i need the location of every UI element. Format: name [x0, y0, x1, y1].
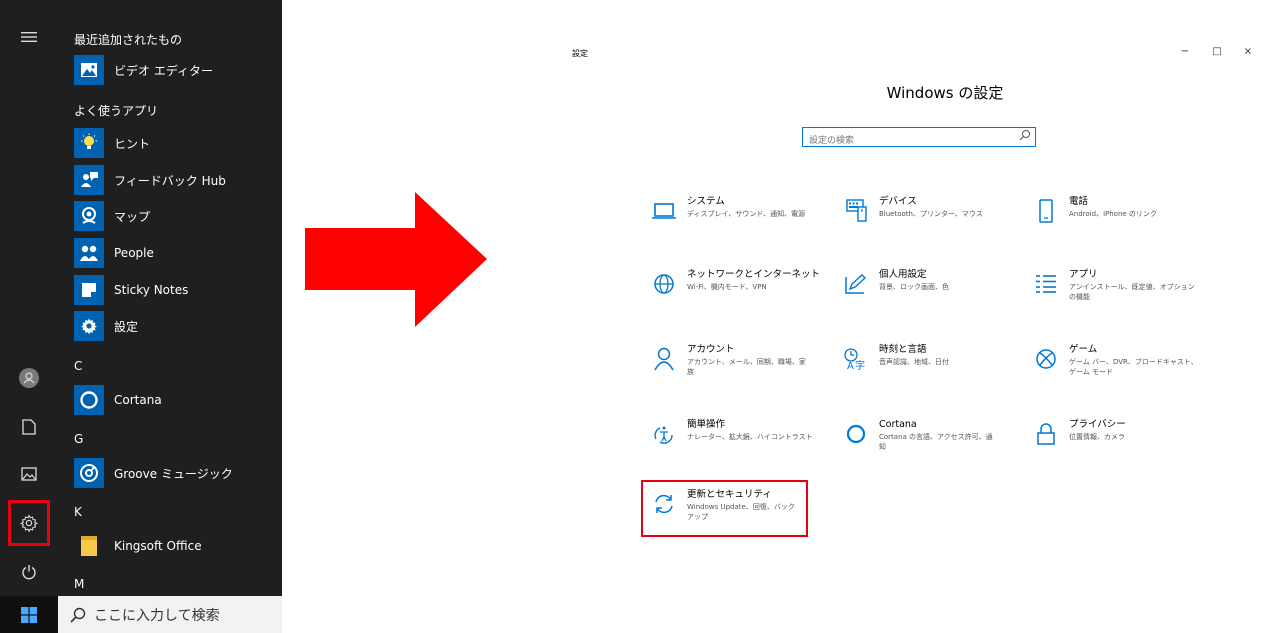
documents-button[interactable]: [0, 407, 58, 447]
lock-icon: [1029, 419, 1063, 449]
start-rail: [0, 0, 58, 633]
category-network[interactable]: ネットワークとインターネット Wi-Fi、機内モード、VPN: [647, 268, 822, 318]
category-ease-of-access[interactable]: 簡単操作 ナレーター、拡大鏡、ハイコントラスト: [647, 418, 822, 468]
letter-g-header[interactable]: G: [74, 432, 83, 446]
cortana-ring-icon: [839, 419, 873, 449]
groove-music-icon: [74, 458, 104, 488]
svg-text:字: 字: [855, 359, 865, 371]
app-tips[interactable]: ヒント: [74, 128, 150, 158]
window-title: 設定: [572, 49, 588, 58]
start-menu: 最近追加されたもの ビデオ エディター よく使うアプリ ヒント フィードバック …: [0, 0, 282, 633]
time-language-icon: A字: [839, 344, 873, 374]
video-editor-icon: [74, 55, 104, 85]
folder-icon: [74, 531, 104, 561]
pictures-icon: [21, 467, 37, 481]
category-phone[interactable]: 電話 Android、iPhone のリンク: [1029, 195, 1204, 245]
lightbulb-icon: [74, 128, 104, 158]
feedback-hub-icon: [74, 165, 104, 195]
user-avatar-icon: [19, 368, 39, 388]
app-people[interactable]: People: [74, 238, 154, 268]
app-groove-music[interactable]: Groove ミュージック: [74, 458, 233, 488]
gear-icon: [74, 311, 104, 341]
cortana-ring-icon: [74, 385, 104, 415]
document-icon: [22, 419, 36, 435]
red-arrow-icon: [305, 192, 487, 327]
pen-tablet-icon: [839, 269, 873, 299]
xbox-icon: [1029, 344, 1063, 374]
person-icon: [647, 344, 681, 374]
minimize-button[interactable]: −: [1175, 46, 1195, 57]
windows-start-button[interactable]: [0, 596, 58, 633]
app-maps[interactable]: マップ: [74, 201, 150, 231]
phone-icon: [1029, 196, 1063, 226]
app-settings[interactable]: 設定: [74, 311, 138, 341]
menu-icon: [21, 32, 37, 42]
people-icon: [74, 238, 104, 268]
category-privacy[interactable]: プライバシー 位置情報、カメラ: [1029, 418, 1204, 468]
search-icon: [1019, 130, 1030, 141]
sticky-notes-icon: [74, 275, 104, 305]
laptop-icon: [647, 196, 681, 226]
category-time-language[interactable]: A字 時刻と言語 音声認識、地域、日付: [839, 343, 1014, 393]
letter-c-header[interactable]: C: [74, 359, 82, 373]
user-account-button[interactable]: [0, 358, 58, 398]
app-list: 最近追加されたもの ビデオ エディター よく使うアプリ ヒント フィードバック …: [58, 0, 282, 591]
category-update-security[interactable]: 更新とセキュリティ Windows Update、回復、バック アップ: [647, 488, 822, 538]
settings-rail-button[interactable]: [8, 500, 50, 546]
taskbar: ここに入力して検索: [0, 596, 282, 633]
category-personalization[interactable]: 個人用設定 背景、ロック画面、色: [839, 268, 1014, 318]
category-system[interactable]: システム ディスプレイ、サウンド、通知、電源: [647, 195, 822, 245]
category-devices[interactable]: デバイス Bluetooth、プリンター、マウス: [839, 195, 1014, 245]
globe-icon: [647, 269, 681, 299]
recent-header: 最近追加されたもの: [74, 33, 183, 47]
keyboard-icon: [839, 196, 873, 226]
settings-search-box[interactable]: [802, 127, 1036, 149]
gear-icon: [20, 514, 38, 532]
category-accounts[interactable]: アカウント アカウント、メール、同期、職場、家族: [647, 343, 822, 393]
letter-k-header[interactable]: K: [74, 505, 82, 519]
app-video-editor[interactable]: ビデオ エディター: [74, 55, 213, 85]
frequent-header: よく使うアプリ: [74, 104, 159, 118]
category-apps[interactable]: アプリ アンインストール、既定値、オプション の機能: [1029, 268, 1204, 318]
settings-heading: Windows の設定: [886, 84, 1004, 102]
sync-icon: [647, 489, 681, 519]
menu-button[interactable]: [0, 17, 58, 57]
app-feedback-hub[interactable]: フィードバック Hub: [74, 165, 226, 195]
map-pin-icon: [74, 201, 104, 231]
settings-window: 設定 − □ × Windows の設定 システムディスプレイ、サウンド、通知、…: [555, 38, 1266, 633]
power-button[interactable]: [0, 552, 58, 592]
svg-text:A: A: [847, 361, 854, 371]
taskbar-search-placeholder: ここに入力して検索: [94, 607, 220, 624]
maximize-button[interactable]: □: [1207, 46, 1227, 57]
search-icon: [70, 607, 86, 623]
category-gaming[interactable]: ゲーム ゲーム バー、DVR、ブロードキャスト、 ゲーム モード: [1029, 343, 1204, 393]
settings-search-input[interactable]: [803, 133, 1019, 149]
power-icon: [22, 565, 36, 580]
app-sticky-notes[interactable]: Sticky Notes: [74, 275, 188, 305]
ease-of-access-icon: [647, 419, 681, 449]
app-cortana[interactable]: Cortana: [74, 385, 162, 415]
category-cortana[interactable]: Cortana Cortana の言語、アクセス許可、通知: [839, 418, 1014, 468]
apps-list-icon: [1029, 269, 1063, 299]
app-kingsoft-office[interactable]: Kingsoft Office: [74, 531, 202, 561]
letter-m-header[interactable]: M: [74, 577, 84, 591]
pictures-button[interactable]: [0, 454, 58, 494]
taskbar-search-box[interactable]: ここに入力して検索: [58, 596, 282, 633]
close-button[interactable]: ×: [1238, 46, 1258, 57]
windows-logo-icon: [21, 606, 37, 623]
